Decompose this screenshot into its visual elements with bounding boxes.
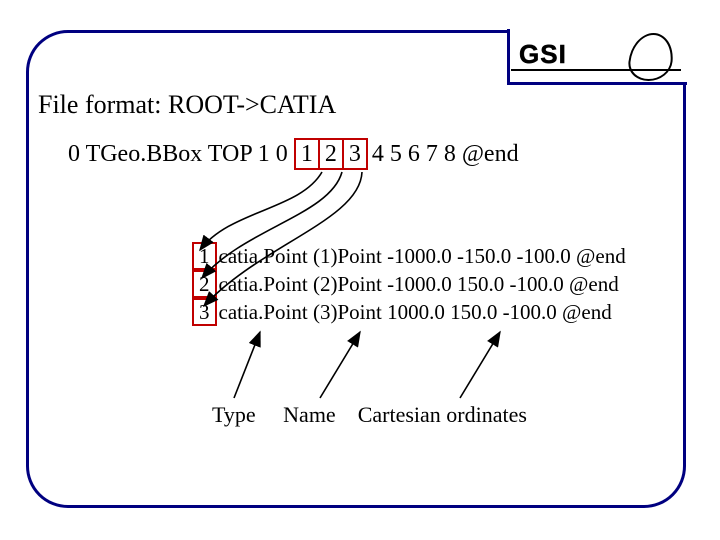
logo-line xyxy=(511,69,681,71)
slide-title: File format: ROOT->CATIA xyxy=(38,90,336,120)
corner-notch: GSI xyxy=(507,29,687,85)
label-ordinates: Cartesian ordinates xyxy=(358,402,527,427)
point-index: 3 xyxy=(192,298,217,326)
point-text: catia.Point (1)Point -1000.0 -150.0 -100… xyxy=(219,244,626,268)
label-name: Name xyxy=(283,402,336,427)
point-index: 2 xyxy=(192,270,217,298)
ref-index-3: 3 xyxy=(342,138,368,170)
gsi-logo-text: GSI xyxy=(519,39,567,70)
point-row: 1catia.Point (1)Point -1000.0 -150.0 -10… xyxy=(192,242,664,270)
point-index: 1 xyxy=(192,242,217,270)
point-text: catia.Point (3)Point 1000.0 150.0 -100.0… xyxy=(219,300,612,324)
point-text: catia.Point (2)Point -1000.0 150.0 -100.… xyxy=(219,272,619,296)
logo-ring-icon xyxy=(626,33,675,81)
point-row: 2catia.Point (2)Point -1000.0 150.0 -100… xyxy=(192,270,664,298)
label-type: Type xyxy=(212,402,256,427)
column-labels: Type Name Cartesian ordinates xyxy=(212,402,527,428)
header-record: 0 TGeo.BBox TOP 1 0 123 4 5 6 7 8 @end xyxy=(68,138,519,170)
point-row: 3catia.Point (3)Point 1000.0 150.0 -100.… xyxy=(192,298,664,326)
header-prefix: 0 TGeo.BBox TOP 1 0 xyxy=(68,141,294,167)
ref-index-2: 2 xyxy=(318,138,344,170)
header-suffix: 4 5 6 7 8 @end xyxy=(366,141,519,167)
point-records: 1catia.Point (1)Point -1000.0 -150.0 -10… xyxy=(192,242,664,326)
gsi-logo: GSI xyxy=(511,31,681,81)
ref-index-1: 1 xyxy=(294,138,320,170)
